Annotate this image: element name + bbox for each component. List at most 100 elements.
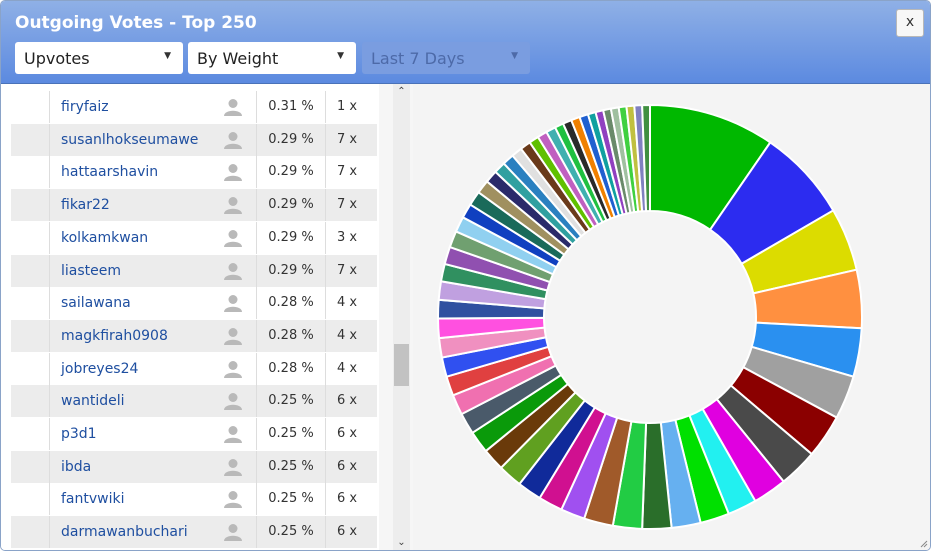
- vote-type-dropdown[interactable]: Upvotes ▼: [15, 42, 183, 74]
- title-bar[interactable]: Outgoing Votes - Top 250 x Upvotes ▼ By …: [1, 1, 930, 84]
- voter-name-link[interactable]: liasteem: [61, 263, 121, 279]
- voter-name-link[interactable]: susanlhokseumawe: [61, 132, 198, 148]
- table-row[interactable]: kolkamkwan 0.29 % 3 x: [11, 221, 377, 254]
- user-icon[interactable]: [223, 294, 243, 313]
- vote-count: 3 x: [337, 229, 358, 245]
- vote-count: 7 x: [337, 131, 358, 147]
- voter-list[interactable]: firyfaiz 0.31 % 1 x susanlhokseumawe 0.29 % 7…: [1, 84, 379, 550]
- vote-percentage: 0.29 %: [256, 156, 326, 189]
- vote-percentage: 0.29 %: [256, 189, 326, 222]
- voter-name-link[interactable]: firyfaiz: [61, 99, 109, 115]
- table-row[interactable]: fantvwiki 0.25 % 6 x: [11, 483, 377, 516]
- vote-percentage: 0.25 %: [256, 418, 326, 450]
- vote-count: 1 x: [337, 99, 358, 114]
- vote-count: 6 x: [337, 491, 358, 507]
- user-icon[interactable]: [223, 392, 243, 411]
- vote-count: 6 x: [337, 524, 358, 540]
- sort-by-value: By Weight: [197, 49, 279, 68]
- donut-svg: [436, 103, 863, 530]
- vote-count: 4 x: [337, 295, 358, 311]
- row-lead-cell: [11, 91, 50, 123]
- vote-percentage: 0.29 %: [256, 254, 326, 287]
- vote-percentage: 0.31 %: [256, 91, 326, 123]
- chevron-down-icon: ▼: [164, 51, 171, 61]
- table-row[interactable]: firyfaiz 0.31 % 1 x: [11, 91, 377, 123]
- row-lead-cell: [11, 352, 50, 385]
- user-icon[interactable]: [223, 196, 243, 215]
- vote-percentage: 0.29 %: [256, 123, 326, 156]
- row-lead-cell: [11, 123, 50, 156]
- dialog-title: Outgoing Votes - Top 250: [15, 13, 257, 33]
- vote-percentage: 0.28 %: [256, 352, 326, 385]
- voter-name-link[interactable]: wantideli: [61, 393, 125, 409]
- user-icon[interactable]: [223, 490, 243, 509]
- voter-name-link[interactable]: fantvwiki: [61, 491, 125, 507]
- vote-percentage: 0.25 %: [256, 516, 326, 549]
- votes-donut-chart: [413, 84, 930, 550]
- voter-name-link[interactable]: hattaarshavin: [61, 164, 158, 180]
- voter-name-link[interactable]: darmawanbuchari: [61, 524, 188, 540]
- voter-name-link[interactable]: kolkamkwan: [61, 230, 148, 246]
- vote-count: 4 x: [337, 360, 358, 376]
- user-icon[interactable]: [223, 131, 243, 149]
- table-row[interactable]: ibda 0.25 % 6 x: [11, 450, 377, 483]
- row-lead-cell: [11, 385, 50, 418]
- list-scrollbar[interactable]: ⌃ ⌄: [393, 84, 410, 550]
- table-row[interactable]: darmawanbuchari 0.25 % 6 x: [11, 516, 377, 549]
- scroll-thumb[interactable]: [394, 344, 409, 386]
- vote-percentage: 0.25 %: [256, 385, 326, 418]
- table-row[interactable]: hattaarshavin 0.29 % 7 x: [11, 156, 377, 189]
- vote-percentage: 0.28 %: [256, 287, 326, 320]
- user-icon[interactable]: [223, 523, 243, 542]
- vote-percentage: 0.25 %: [256, 483, 326, 516]
- vote-count: 7 x: [337, 164, 358, 180]
- user-icon[interactable]: [223, 98, 243, 116]
- vote-count: 6 x: [337, 426, 358, 441]
- vote-count: 7 x: [337, 197, 358, 213]
- row-lead-cell: [11, 254, 50, 287]
- user-icon[interactable]: [223, 360, 243, 378]
- table-row[interactable]: fikar22 0.29 % 7 x: [11, 189, 377, 222]
- time-range-dropdown: Last 7 Days ▼: [362, 42, 530, 74]
- vote-percentage: 0.25 %: [256, 450, 326, 483]
- table-row[interactable]: p3d1 0.25 % 6 x: [11, 418, 377, 450]
- voter-name-link[interactable]: magkfirah0908: [61, 328, 168, 344]
- scroll-down-icon[interactable]: ⌄: [393, 537, 410, 548]
- time-range-value: Last 7 Days: [371, 49, 465, 68]
- table-row[interactable]: susanlhokseumawe 0.29 % 7 x: [11, 123, 377, 156]
- outgoing-votes-dialog: Outgoing Votes - Top 250 x Upvotes ▼ By …: [0, 0, 931, 551]
- user-icon[interactable]: [223, 262, 243, 280]
- scroll-up-icon[interactable]: ⌃: [393, 86, 410, 97]
- row-lead-cell: [11, 483, 50, 516]
- table-row[interactable]: magkfirah0908 0.28 % 4 x: [11, 319, 377, 352]
- sort-by-dropdown[interactable]: By Weight ▼: [188, 42, 356, 74]
- vote-percentage: 0.29 %: [256, 221, 326, 254]
- vote-count: 7 x: [337, 262, 358, 278]
- user-icon[interactable]: [223, 163, 243, 182]
- row-lead-cell: [11, 516, 50, 549]
- table-row[interactable]: jobreyes24 0.28 % 4 x: [11, 352, 377, 385]
- chevron-down-icon: ▼: [511, 51, 518, 61]
- voter-name-link[interactable]: p3d1: [61, 426, 97, 442]
- user-icon[interactable]: [223, 229, 243, 247]
- voter-name-link[interactable]: fikar22: [61, 197, 110, 213]
- table-row[interactable]: sailawana 0.28 % 4 x: [11, 287, 377, 320]
- user-icon[interactable]: [223, 458, 243, 476]
- row-lead-cell: [11, 189, 50, 222]
- row-lead-cell: [11, 450, 50, 483]
- voter-name-link[interactable]: jobreyes24: [61, 361, 138, 377]
- row-lead-cell: [11, 156, 50, 189]
- resize-grip-icon[interactable]: [920, 540, 928, 548]
- user-icon[interactable]: [223, 327, 243, 345]
- table-row[interactable]: wantideli 0.25 % 6 x: [11, 385, 377, 418]
- table-row[interactable]: liasteem 0.29 % 7 x: [11, 254, 377, 287]
- row-lead-cell: [11, 221, 50, 254]
- row-lead-cell: [11, 418, 50, 450]
- row-lead-cell: [11, 319, 50, 352]
- user-icon[interactable]: [223, 425, 243, 443]
- vote-type-value: Upvotes: [24, 49, 90, 68]
- close-button[interactable]: x: [896, 9, 924, 37]
- voter-name-link[interactable]: ibda: [61, 459, 91, 475]
- voter-name-link[interactable]: sailawana: [61, 295, 131, 311]
- vote-percentage: 0.28 %: [256, 319, 326, 352]
